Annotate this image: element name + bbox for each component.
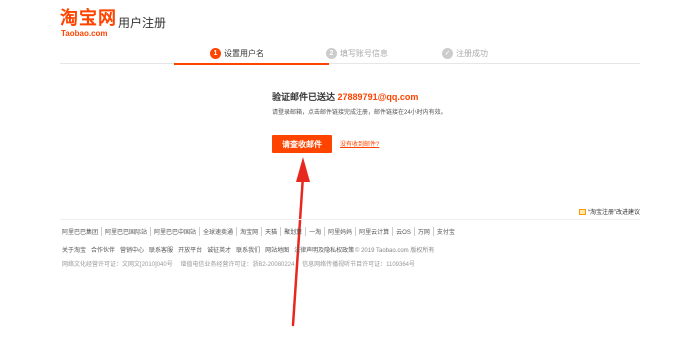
footer-link[interactable]: 阿里巴巴国际站: [102, 227, 152, 236]
footer-link[interactable]: 关于淘宝: [62, 245, 86, 254]
footer-link[interactable]: 聚划算: [281, 227, 307, 236]
footer-link[interactable]: 网站地图: [265, 245, 289, 254]
feedback-icon: [579, 208, 586, 215]
registration-steps: 1 设置用户名 2 填写账号信息 ✓ 注册成功: [60, 43, 640, 65]
footer-link[interactable]: 联系我们: [236, 245, 260, 254]
footer-link[interactable]: 云OS: [393, 227, 415, 236]
copyright: © 2019 Taobao.com 版权所有: [355, 248, 435, 254]
taobao-logo[interactable]: 淘宝网 Taobao.com: [60, 8, 117, 39]
footer-link[interactable]: 营销中心: [120, 245, 144, 254]
step-number-2: 2: [326, 47, 337, 59]
footer-link[interactable]: 阿里云计算: [356, 227, 394, 236]
footer-link[interactable]: 法律声明及隐私权政策: [294, 245, 354, 254]
step-label: 设置用户名: [224, 48, 264, 58]
logo-subtext: Taobao.com: [61, 29, 108, 38]
check-icon: ✓: [442, 47, 453, 59]
footer-link[interactable]: 诚征英才: [207, 245, 231, 254]
footer-link[interactable]: 万网: [415, 227, 434, 236]
verification-hint: 请登录邮箱，点击邮件链接完成注册，邮件链接在24小时内有效。: [272, 110, 447, 116]
footer-link[interactable]: 开放平台: [178, 245, 202, 254]
active-step-indicator: [174, 63, 329, 65]
feedback-label: “淘宝注册”改进建议: [588, 210, 640, 216]
footer-link[interactable]: 合作伙伴: [91, 245, 115, 254]
step-label: 注册成功: [456, 48, 488, 58]
footer-licenses: 网络文化经营许可证：文网文[2010]040号 增值电信业务经营许可证：浙B2-…: [62, 259, 421, 268]
footer-divider: [60, 219, 640, 220]
footer-link[interactable]: 联系客服: [149, 245, 173, 254]
not-received-link[interactable]: 没有收到邮件?: [340, 139, 379, 148]
target-email: 27889791@qq.com: [337, 92, 419, 102]
step-register-success: ✓ 注册成功: [442, 43, 488, 63]
footer-partner-links: 阿里巴巴集团 阿里巴巴国际站 阿里巴巴中国站 全球速卖通 淘宝网 天猫 聚划算 …: [62, 227, 458, 236]
license-text: 信息网络传播视听节目许可证：1109364号: [302, 262, 416, 268]
footer-link[interactable]: 阿里妈妈: [325, 227, 357, 236]
license-text: 增值电信业务经营许可证：浙B2-20080224: [180, 262, 295, 268]
logo-text: 淘宝网: [60, 8, 117, 29]
footer-link[interactable]: 一淘: [306, 227, 326, 236]
footer-link[interactable]: 全球速卖通: [200, 227, 238, 236]
footer-link[interactable]: 天猫: [262, 227, 282, 236]
footer-site-links: 关于淘宝 合作伙伴 营销中心 联系客服 开放平台 诚征英才 联系我们 网站地图 …: [62, 245, 359, 254]
verify-prefix: 验证邮件已送达: [272, 92, 336, 102]
footer-link[interactable]: 阿里巴巴中国站: [151, 227, 201, 236]
check-email-button[interactable]: 请查收邮件: [272, 135, 332, 153]
step-fill-account-info: 2 填写账号信息: [326, 43, 388, 63]
verification-sent-message: 验证邮件已送达 27889791@qq.com: [272, 90, 418, 103]
step-label: 填写账号信息: [340, 48, 388, 58]
footer-link[interactable]: 支付宝: [434, 227, 458, 236]
feedback-link[interactable]: “淘宝注册”改进建议: [579, 207, 640, 216]
footer-link[interactable]: 阿里巴巴集团: [62, 227, 103, 236]
step-set-username: 1 设置用户名: [210, 43, 264, 63]
step-number-1: 1: [210, 47, 221, 59]
license-text: 网络文化经营许可证：文网文[2010]040号: [62, 262, 173, 268]
page-title: 用户注册: [118, 16, 167, 30]
footer-link[interactable]: 淘宝网: [237, 227, 263, 236]
